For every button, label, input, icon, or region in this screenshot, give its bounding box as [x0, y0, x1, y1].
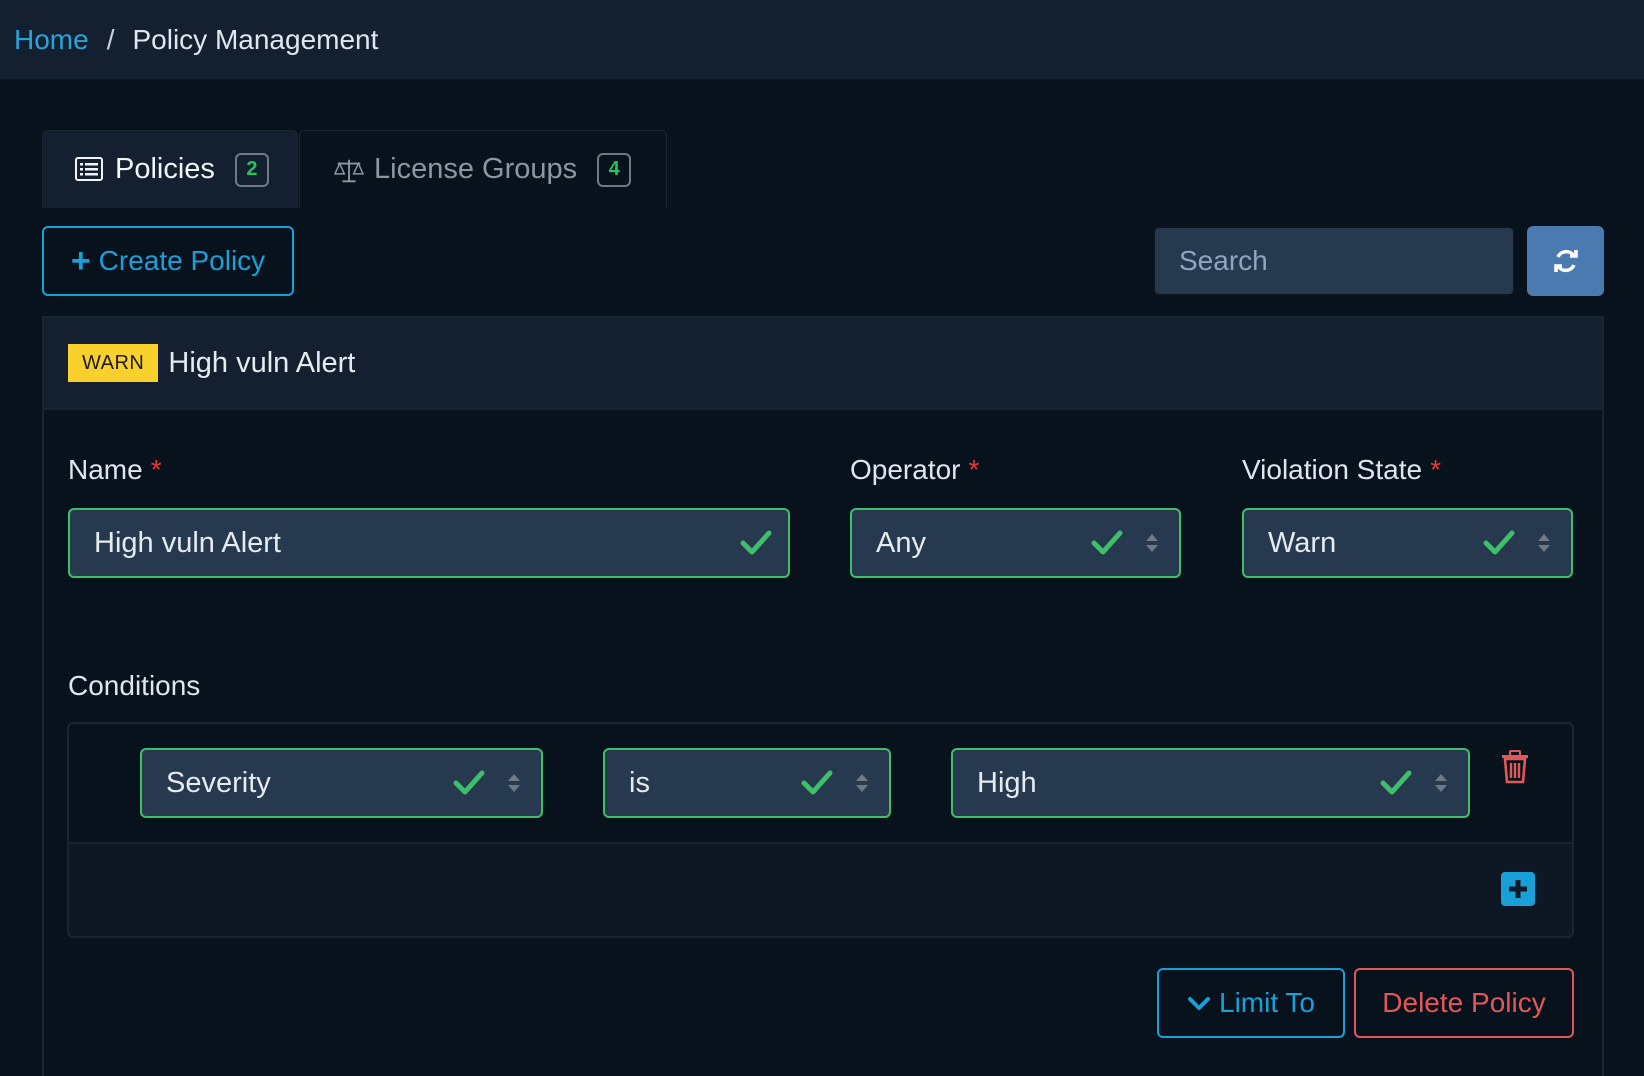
trash-icon[interactable] — [1500, 750, 1530, 789]
add-condition-button[interactable] — [1501, 872, 1535, 906]
required-marker: * — [968, 454, 980, 485]
tab-policies-count: 2 — [234, 152, 269, 187]
conditions-label: Conditions — [68, 670, 201, 701]
sort-icon — [1434, 772, 1448, 794]
policy-card: WARN High vuln Alert — [42, 316, 1604, 1076]
tab-policies-label: Policies — [115, 153, 215, 185]
chevron-down-icon — [1187, 994, 1211, 1012]
tab-policies[interactable]: Policies 2 — [42, 130, 298, 208]
operator-select-value: Any — [876, 526, 926, 559]
sort-icon — [507, 772, 521, 794]
plus-icon — [1507, 878, 1529, 900]
tab-license-groups[interactable]: License Groups 4 — [299, 130, 667, 208]
name-label-text: Name — [68, 454, 143, 485]
violation-state-select-value: Warn — [1268, 526, 1337, 559]
check-icon — [740, 529, 772, 557]
condition-value-value: High — [977, 766, 1037, 799]
refresh-icon — [1552, 247, 1580, 275]
balance-scale-icon — [334, 157, 364, 183]
delete-policy-button[interactable]: Delete Policy — [1354, 968, 1574, 1038]
policy-card-header[interactable]: WARN High vuln Alert — [44, 318, 1602, 410]
tab-license-groups-count: 4 — [597, 152, 632, 187]
condition-operator-value: is — [629, 766, 650, 799]
condition-subject-value: Severity — [166, 766, 271, 799]
list-icon — [75, 156, 105, 183]
name-field-value: High vuln Alert — [94, 526, 281, 559]
refresh-button[interactable] — [1527, 226, 1604, 296]
limit-to-button[interactable]: Limit To — [1157, 968, 1345, 1038]
delete-policy-label: Delete Policy — [1382, 987, 1546, 1018]
condition-value-select[interactable]: High — [951, 748, 1470, 818]
breadcrumb-separator: / — [106, 23, 115, 55]
name-label: Name * — [68, 454, 162, 486]
check-icon — [1380, 769, 1412, 797]
breadcrumb-home-link[interactable]: Home — [14, 24, 89, 56]
name-field[interactable]: High vuln Alert — [68, 508, 790, 578]
search-input[interactable] — [1153, 226, 1515, 296]
violation-state-label: Violation State * — [1242, 454, 1441, 486]
breadcrumb-current: Policy Management — [132, 23, 379, 55]
check-icon — [801, 769, 833, 797]
operator-label-text: Operator — [850, 454, 961, 485]
violation-state-label-text: Violation State — [1242, 454, 1423, 485]
condition-operator-select[interactable]: is — [603, 748, 891, 818]
check-icon — [453, 769, 485, 797]
sort-icon — [855, 772, 869, 794]
create-policy-label: Create Policy — [98, 245, 266, 276]
required-marker: * — [1430, 454, 1441, 485]
create-policy-button[interactable]: + Create Policy — [42, 226, 294, 296]
breadcrumb: Home / Policy Management — [0, 0, 1644, 80]
operator-label: Operator * — [850, 454, 979, 486]
check-icon — [1483, 529, 1515, 557]
condition-subject-select[interactable]: Severity — [140, 748, 543, 818]
tab-license-groups-label: License Groups — [374, 153, 578, 185]
status-badge: WARN — [68, 344, 159, 382]
check-icon — [1091, 529, 1123, 557]
sort-icon — [1537, 532, 1551, 554]
sort-icon — [1145, 532, 1159, 554]
required-marker: * — [150, 454, 162, 485]
operator-select[interactable]: Any — [850, 508, 1181, 578]
violation-state-select[interactable]: Warn — [1242, 508, 1573, 578]
plus-icon: + — [70, 242, 91, 280]
policy-title: High vuln Alert — [168, 346, 356, 379]
limit-to-label: Limit To — [1219, 987, 1315, 1018]
